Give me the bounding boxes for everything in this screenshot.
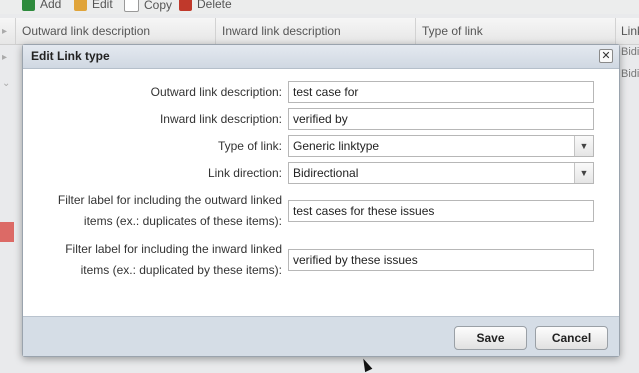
edit-link-type-dialog: Edit Link type ✕ Outward link descriptio… — [22, 44, 620, 357]
edit-label: Edit — [92, 0, 113, 11]
grid-cell-peek: Bidi — [621, 46, 639, 58]
filter-outward-label-line2: items (ex.: duplicates of these items): — [83, 214, 282, 228]
column-header-inward[interactable]: Inward link description — [215, 18, 415, 44]
dialog-footer: Save Cancel — [23, 316, 619, 356]
grid-header: Outward link description Inward link des… — [0, 18, 639, 45]
row-expander-icon[interactable]: ⌄ — [2, 78, 10, 92]
add-icon — [22, 0, 35, 11]
edit-icon — [74, 0, 87, 11]
link-direction-value: Bidirectional — [293, 166, 359, 180]
delete-label: Delete — [197, 0, 232, 11]
row-expander-icon[interactable]: ▸ — [2, 26, 10, 40]
column-header-type[interactable]: Type of link — [415, 18, 615, 44]
status-marker — [0, 222, 14, 242]
dialog-header: Edit Link type ✕ — [23, 45, 619, 69]
cancel-button[interactable]: Cancel — [535, 326, 608, 350]
save-button[interactable]: Save — [454, 326, 527, 350]
filter-outward-label-line1: Filter label for including the outward l… — [57, 193, 282, 207]
type-of-link-select[interactable]: Generic linktype ▼ — [288, 135, 594, 157]
column-header-link[interactable]: Link — [615, 18, 639, 44]
mouse-cursor-icon — [359, 356, 373, 373]
dialog-title: Edit Link type — [31, 49, 110, 63]
type-of-link-value: Generic linktype — [293, 139, 380, 153]
edit-button[interactable]: Edit — [74, 0, 113, 11]
delete-icon — [179, 0, 192, 11]
filter-inward-label-line1: Filter label for including the inward li… — [65, 242, 282, 256]
inward-label: Inward link description: — [159, 112, 282, 126]
row-expander-icon[interactable]: ▸ — [2, 52, 10, 66]
background-toolbar: Add Edit Copy Delete — [0, 0, 639, 14]
copy-label: Copy — [144, 0, 173, 12]
grid-cell-peek: Bidi — [621, 68, 639, 80]
inward-description-input[interactable] — [288, 108, 594, 130]
column-header-outward[interactable]: Outward link description — [15, 18, 215, 44]
chevron-down-icon[interactable]: ▼ — [574, 163, 593, 183]
close-icon[interactable]: ✕ — [599, 49, 613, 63]
filter-inward-label-line2: items (ex.: duplicated by these items): — [80, 263, 282, 277]
copy-button[interactable]: Copy — [124, 0, 172, 12]
outward-description-input[interactable] — [288, 81, 594, 103]
delete-button[interactable]: Delete — [179, 0, 232, 11]
link-direction-select[interactable]: Bidirectional ▼ — [288, 162, 594, 184]
outward-label: Outward link description: — [150, 85, 282, 99]
chevron-down-icon[interactable]: ▼ — [574, 136, 593, 156]
direction-label: Link direction: — [207, 166, 282, 180]
filter-outward-input[interactable] — [288, 200, 594, 222]
add-label: Add — [40, 0, 62, 11]
type-label: Type of link: — [217, 139, 282, 153]
add-button[interactable]: Add — [22, 0, 61, 11]
filter-inward-input[interactable] — [288, 249, 594, 271]
copy-icon — [124, 0, 139, 12]
